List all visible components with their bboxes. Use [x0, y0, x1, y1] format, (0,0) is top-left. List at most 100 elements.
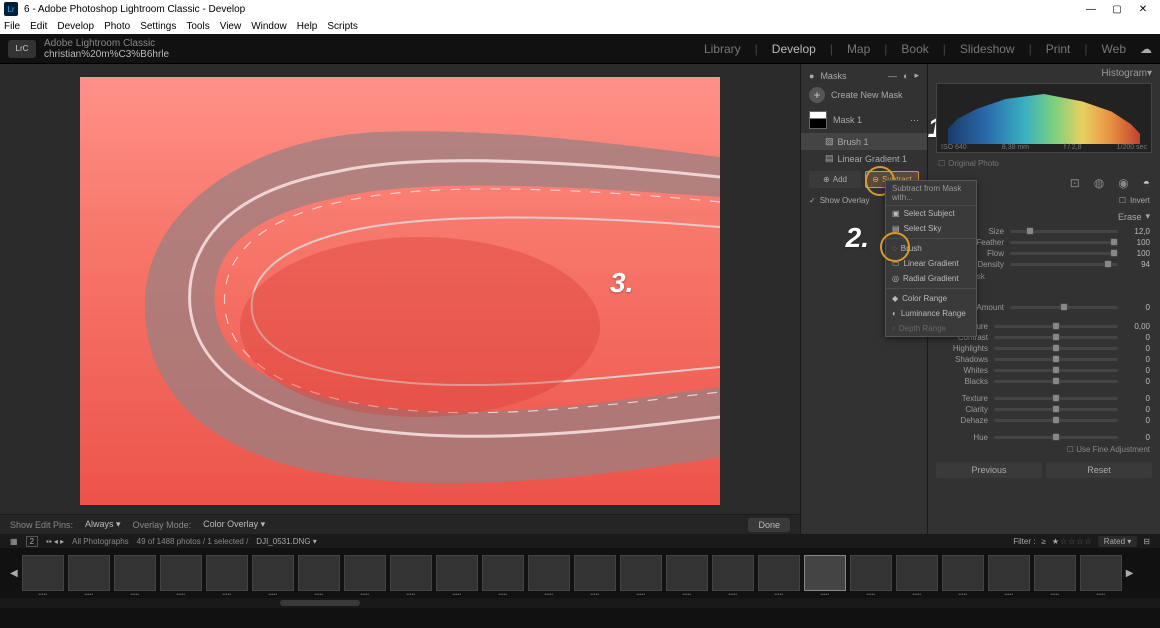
exposure-slider[interactable]	[994, 325, 1118, 328]
fine-adjust-checkbox[interactable]: ☐ Use Fine Adjustment	[928, 443, 1160, 456]
mask-component-gradient[interactable]: ▤ Linear Gradient 1	[801, 150, 927, 167]
highlights-slider[interactable]	[994, 347, 1118, 350]
menu-file[interactable]: File	[4, 21, 20, 32]
filmstrip-left-arrow[interactable]: ◀	[10, 568, 18, 579]
mask-tool-icon[interactable]: ◓	[1143, 176, 1150, 190]
filmstrip-thumb[interactable]: •••••	[390, 555, 432, 591]
filmstrip-thumb[interactable]: •••••	[850, 555, 892, 591]
filmstrip-thumb[interactable]: •••••	[988, 555, 1030, 591]
texture-slider[interactable]	[994, 397, 1118, 400]
whites-slider[interactable]	[994, 369, 1118, 372]
histogram[interactable]: ISO 6408,38 mmf / 2,81/200 sec	[936, 83, 1152, 153]
filmstrip-thumb[interactable]: •••••	[252, 555, 294, 591]
filmstrip-thumb[interactable]: •••••	[160, 555, 202, 591]
menu-edit[interactable]: Edit	[30, 21, 47, 32]
menu-help[interactable]: Help	[297, 21, 318, 32]
filmstrip-thumb-selected[interactable]: •••••	[804, 555, 846, 591]
filmstrip-thumb[interactable]: •••••	[114, 555, 156, 591]
view-icons[interactable]: ▪▪ ◂ ▸	[46, 537, 64, 546]
dd-color-range[interactable]: ◆ Color Range	[886, 291, 976, 306]
masks-header[interactable]: ● Masks — ◐ ▸	[801, 68, 927, 83]
menu-settings[interactable]: Settings	[140, 21, 176, 32]
crop-tool-icon[interactable]: ⊡	[1070, 176, 1080, 190]
filmstrip-thumb[interactable]: •••••	[22, 555, 64, 591]
hue-slider[interactable]	[994, 436, 1118, 439]
original-photo-toggle[interactable]: ☐ Original Photo	[928, 157, 1160, 170]
reset-button[interactable]: Reset	[1046, 462, 1152, 478]
minimize-button[interactable]: —	[1078, 4, 1104, 15]
filmstrip-thumb[interactable]: •••••	[482, 555, 524, 591]
previous-button[interactable]: Previous	[936, 462, 1042, 478]
close-button[interactable]: ✕	[1130, 4, 1156, 15]
filmstrip-thumb[interactable]: •••••	[206, 555, 248, 591]
filmstrip-thumb[interactable]: •••••	[758, 555, 800, 591]
menu-develop[interactable]: Develop	[57, 21, 94, 32]
flow-slider[interactable]	[1010, 252, 1118, 255]
overlay-mode-value[interactable]: Color Overlay ▾	[203, 519, 265, 530]
amount-slider[interactable]	[1010, 306, 1118, 309]
density-slider[interactable]	[1010, 263, 1118, 266]
mask-add-button[interactable]: ⊕ Add	[809, 171, 861, 188]
invert-checkbox[interactable]: ☐	[1119, 196, 1126, 205]
histogram-header[interactable]: Histogram ▾	[928, 64, 1160, 83]
done-button[interactable]: Done	[748, 518, 790, 532]
module-slideshow[interactable]: Slideshow	[960, 42, 1015, 56]
shadows-slider[interactable]	[994, 358, 1118, 361]
filmstrip-thumb[interactable]: •••••	[528, 555, 570, 591]
filmstrip-thumb[interactable]: •••••	[68, 555, 110, 591]
grid-icon[interactable]: ▦	[10, 537, 18, 546]
dd-luminance-range[interactable]: ◐ Luminance Range	[886, 306, 976, 321]
filter-rated[interactable]: Rated ▾	[1098, 536, 1138, 547]
filmstrip-thumb[interactable]: •••••	[896, 555, 938, 591]
filmstrip-thumb[interactable]: •••••	[344, 555, 386, 591]
mask-1[interactable]: Mask 1 ⋯	[801, 107, 927, 133]
module-develop[interactable]: Develop	[772, 42, 816, 56]
maximize-button[interactable]: ▢	[1104, 4, 1130, 15]
menu-photo[interactable]: Photo	[104, 21, 130, 32]
filmstrip-thumb[interactable]: •••••	[666, 555, 708, 591]
clarity-label: Clarity	[938, 405, 988, 414]
filter-stars[interactable]: ★☆☆☆☆	[1052, 537, 1092, 546]
create-new-mask[interactable]: + Create New Mask	[801, 83, 927, 107]
filmstrip[interactable]: ◀ ••••• ••••• ••••• ••••• ••••• ••••• ••…	[0, 548, 1160, 598]
filmstrip-thumb[interactable]: •••••	[712, 555, 754, 591]
breadcrumb-filename[interactable]: DJI_0531.DNG ▾	[256, 537, 317, 546]
filmstrip-thumb[interactable]: •••••	[1080, 555, 1122, 591]
heal-tool-icon[interactable]: ◍	[1094, 176, 1104, 190]
filmstrip-thumb[interactable]: •••••	[1034, 555, 1076, 591]
filmstrip-thumb[interactable]: •••••	[574, 555, 616, 591]
dd-brush[interactable]: ◌ Brush	[886, 241, 976, 256]
module-map[interactable]: Map	[847, 42, 870, 56]
blacks-slider[interactable]	[994, 380, 1118, 383]
dd-select-subject[interactable]: ▣ Select Subject	[886, 206, 976, 221]
filter-flag[interactable]: ≥	[1041, 537, 1045, 546]
filmstrip-thumb[interactable]: •••••	[942, 555, 984, 591]
contrast-slider[interactable]	[994, 336, 1118, 339]
menu-view[interactable]: View	[220, 21, 242, 32]
module-print[interactable]: Print	[1046, 42, 1071, 56]
filter-lock-icon[interactable]: ⊟	[1143, 537, 1150, 546]
size-slider[interactable]	[1010, 230, 1118, 233]
mask-component-brush[interactable]: ▨ Brush 1	[801, 133, 927, 150]
menu-tools[interactable]: Tools	[186, 21, 209, 32]
filmstrip-thumb[interactable]: •••••	[298, 555, 340, 591]
breadcrumb-collection[interactable]: All Photographs	[72, 537, 128, 546]
module-book[interactable]: Book	[901, 42, 928, 56]
secondary-icon[interactable]: 2	[26, 536, 38, 547]
feather-slider[interactable]	[1010, 241, 1118, 244]
module-library[interactable]: Library	[704, 42, 741, 56]
clarity-slider[interactable]	[994, 408, 1118, 411]
filmstrip-scrollbar[interactable]	[0, 598, 1160, 608]
show-edit-pins-value[interactable]: Always ▾	[85, 519, 121, 530]
dehaze-slider[interactable]	[994, 419, 1118, 422]
filmstrip-thumb[interactable]: •••••	[620, 555, 662, 591]
menu-window[interactable]: Window	[251, 21, 287, 32]
filmstrip-right-arrow[interactable]: ▶	[1126, 568, 1134, 579]
menu-scripts[interactable]: Scripts	[327, 21, 358, 32]
cloud-sync-icon[interactable]: ☁	[1140, 42, 1152, 56]
filmstrip-thumb[interactable]: •••••	[436, 555, 478, 591]
redeye-tool-icon[interactable]: ◉	[1118, 176, 1128, 190]
dd-radial-gradient[interactable]: ◎ Radial Gradient	[886, 271, 976, 286]
photo-canvas[interactable]: 3.	[80, 77, 720, 505]
module-web[interactable]: Web	[1102, 42, 1126, 56]
